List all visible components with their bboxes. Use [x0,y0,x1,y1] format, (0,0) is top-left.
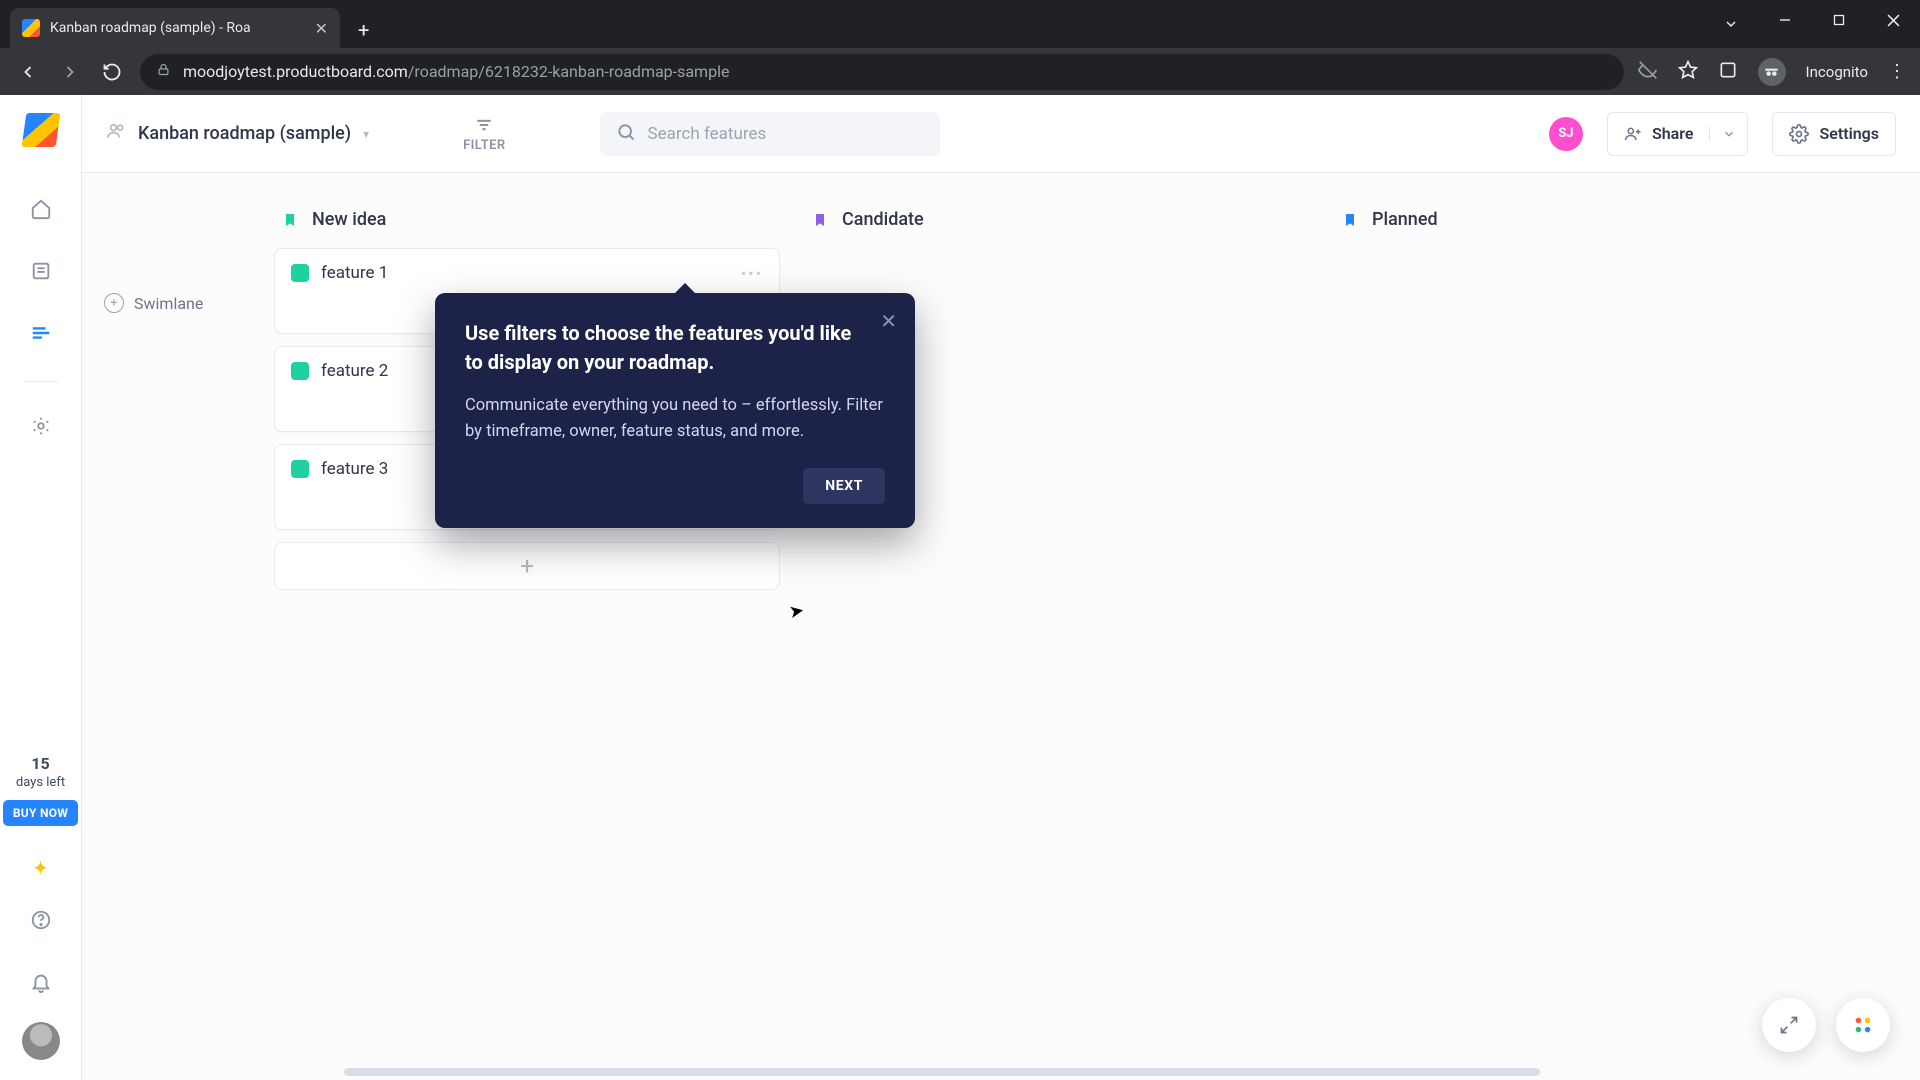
search-icon [616,122,636,146]
board-title: Kanban roadmap (sample) [138,123,351,144]
card-title: feature 3 [321,459,388,479]
main-area: Kanban roadmap (sample) ▾ FILTER SJ Shar… [82,95,1920,1080]
floating-buttons [1762,998,1890,1052]
filter-label: FILTER [463,138,505,153]
left-rail: 15 days left BUY NOW ✦ [0,95,82,1080]
share-button[interactable]: Share [1608,124,1710,143]
url-path: /roadmap/6218232-kanban-roadmap-sample [408,62,730,81]
browser-chrome: Kanban roadmap (sample) - Roa ✕ + [0,0,1920,95]
bookmark-star-icon[interactable] [1678,60,1698,84]
buy-now-button[interactable]: BUY NOW [3,800,78,826]
window-controls [1704,0,1920,40]
card-title: feature 1 [321,263,388,283]
nav-home-icon[interactable] [19,187,63,231]
trial-status: 15 days left [16,753,65,792]
notifications-icon[interactable] [19,960,63,1004]
board: + Swimlane New idea feature 1 ••• [82,173,1920,1080]
plus-circle-icon: + [104,293,124,313]
status-dot-icon [291,460,309,478]
status-dot-icon [291,264,309,282]
tab-title: Kanban roadmap (sample) - Roa [50,20,305,36]
nav-roadmap-icon[interactable] [19,311,63,355]
swimlane-label: Swimlane [134,294,203,313]
column-header[interactable]: Candidate [804,201,1310,248]
rail-divider [24,381,58,382]
card-title: feature 2 [321,361,388,381]
eye-off-icon[interactable] [1638,60,1658,84]
nav-back-button[interactable] [14,58,42,86]
user-avatar[interactable] [22,1022,60,1060]
tooltip-heading: Use filters to choose the features you'd… [465,319,885,377]
window-minimize-icon[interactable] [1758,0,1812,40]
trial-days-label: days left [16,774,65,792]
filter-button[interactable]: FILTER [453,109,515,159]
horizontal-scrollbar[interactable] [344,1068,1540,1076]
nav-reload-button[interactable] [98,58,126,86]
settings-label: Settings [1819,124,1879,143]
window-close-icon[interactable] [1866,0,1920,40]
people-icon [106,121,126,146]
share-dropdown-button[interactable] [1709,127,1747,141]
status-dot-icon [291,362,309,380]
topbar: Kanban roadmap (sample) ▾ FILTER SJ Shar… [82,95,1920,173]
tab-search-icon[interactable] [1704,4,1758,44]
incognito-icon[interactable] [1758,58,1786,86]
bookmark-icon [1342,210,1358,230]
swimlane-column: + Swimlane [82,173,262,1080]
column-label: Planned [1372,209,1438,230]
title-caret-icon: ▾ [363,127,369,141]
bookmark-icon [812,210,828,230]
nav-ai-icon[interactable] [19,404,63,448]
board-title-wrap[interactable]: Kanban roadmap (sample) ▾ [106,121,369,146]
window-maximize-icon[interactable] [1812,0,1866,40]
column-header[interactable]: New idea [274,201,780,248]
tab-favicon [22,19,40,37]
search-input[interactable] [648,124,924,144]
column-planned: Planned [1322,201,1852,1080]
extensions-icon[interactable] [1718,60,1738,84]
brand-logo[interactable] [21,113,60,147]
lock-icon [156,62,171,81]
column-label: New idea [312,209,386,230]
address-bar: moodjoytest.productboard.com/roadmap/621… [0,48,1920,95]
nav-insights-icon[interactable] [19,249,63,293]
tab-close-icon[interactable]: ✕ [315,19,328,38]
add-card-button[interactable]: + [274,542,780,590]
nav-forward-button[interactable] [56,58,84,86]
expand-fab[interactable] [1762,998,1816,1052]
browser-tab[interactable]: Kanban roadmap (sample) - Roa ✕ [10,8,340,48]
tooltip-close-button[interactable]: ✕ [880,309,897,333]
app-shell: 15 days left BUY NOW ✦ Kanban roadmap (s… [0,95,1920,1080]
help-icon[interactable] [19,898,63,942]
card-menu-icon[interactable]: ••• [741,264,763,283]
sparkle-icon[interactable]: ✦ [32,856,49,880]
chrome-menu-icon[interactable]: ⋮ [1888,61,1906,82]
tooltip-body: Communicate everything you need to – eff… [465,393,885,444]
share-label: Share [1652,124,1694,143]
add-swimlane-button[interactable]: + Swimlane [104,293,262,313]
tab-bar: Kanban roadmap (sample) - Roa ✕ + [0,0,1920,48]
column-header[interactable]: Planned [1334,201,1840,248]
url-field[interactable]: moodjoytest.productboard.com/roadmap/621… [140,54,1624,90]
settings-button[interactable]: Settings [1772,112,1896,156]
member-avatar[interactable]: SJ [1549,117,1583,151]
new-tab-button[interactable]: + [340,12,387,48]
column-label: Candidate [842,209,924,230]
share-button-group: Share [1607,112,1749,156]
tooltip-next-button[interactable]: NEXT [803,468,885,504]
trial-days: 15 [16,753,65,775]
search-field[interactable] [600,112,940,156]
url-domain: moodjoytest.productboard.com [183,62,408,81]
apps-fab[interactable] [1836,998,1890,1052]
incognito-label: Incognito [1806,63,1868,81]
bookmark-icon [282,210,298,230]
onboarding-tooltip: ✕ Use filters to choose the features you… [435,293,915,528]
